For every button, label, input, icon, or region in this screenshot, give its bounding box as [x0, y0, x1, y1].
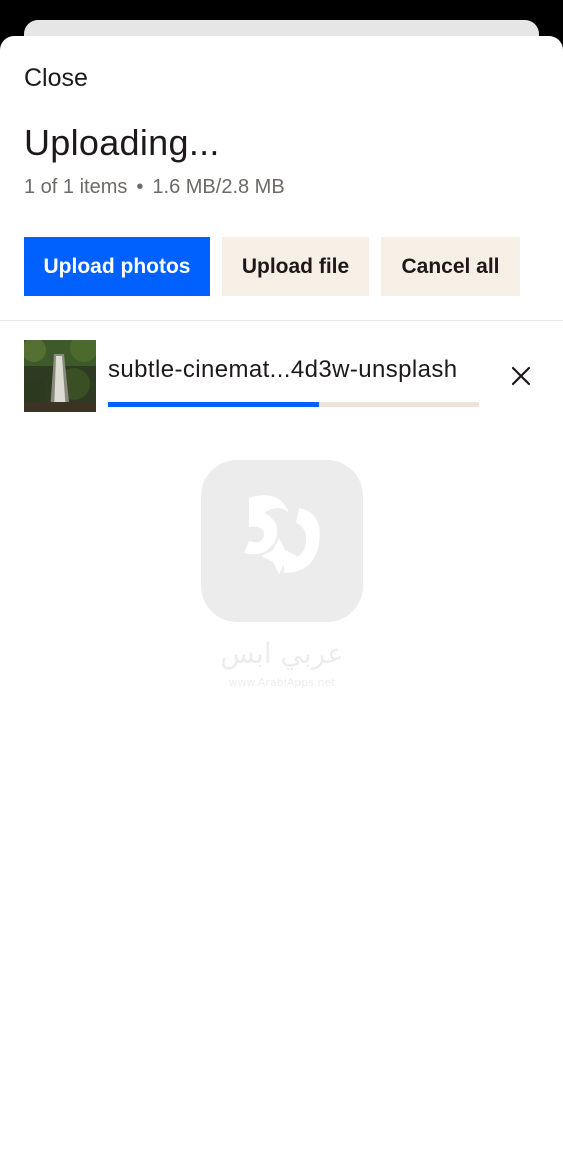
- remove-upload-button[interactable]: [505, 360, 537, 392]
- upload-summary: 1 of 1 items • 1.6 MB/2.8 MB: [24, 176, 285, 199]
- watermark: عربي ابس www.ArabiApps.net: [199, 458, 365, 693]
- upload-progress-fill: [108, 402, 320, 407]
- upload-photos-button[interactable]: Upload photos: [24, 237, 210, 296]
- upload-sheet: Close Uploading... 1 of 1 items • 1.6 MB/2…: [0, 36, 563, 1153]
- cancel-all-button[interactable]: Cancel all: [381, 237, 520, 296]
- divider: [0, 320, 563, 321]
- svg-text:عربي ابس: عربي ابس: [220, 637, 343, 670]
- upload-progress-bar: [108, 402, 479, 407]
- waterfall-photo-icon: [18, 334, 98, 412]
- separator-dot: •: [136, 176, 144, 198]
- close-icon: [511, 366, 531, 386]
- svg-text:www.ArabiApps.net: www.ArabiApps.net: [228, 676, 336, 689]
- page-title: Uploading...: [24, 122, 220, 163]
- file-thumbnail: [18, 334, 98, 412]
- items-count: 1 of 1 items: [24, 176, 128, 198]
- close-button[interactable]: Close: [24, 64, 88, 93]
- watermark-logo-icon: عربي ابس www.ArabiApps.net: [201, 460, 363, 689]
- file-name: subtle-cinemat...4d3w-unsplash: [108, 356, 458, 383]
- upload-file-button[interactable]: Upload file: [222, 237, 369, 296]
- size-progress: 1.6 MB/2.8 MB: [152, 176, 285, 198]
